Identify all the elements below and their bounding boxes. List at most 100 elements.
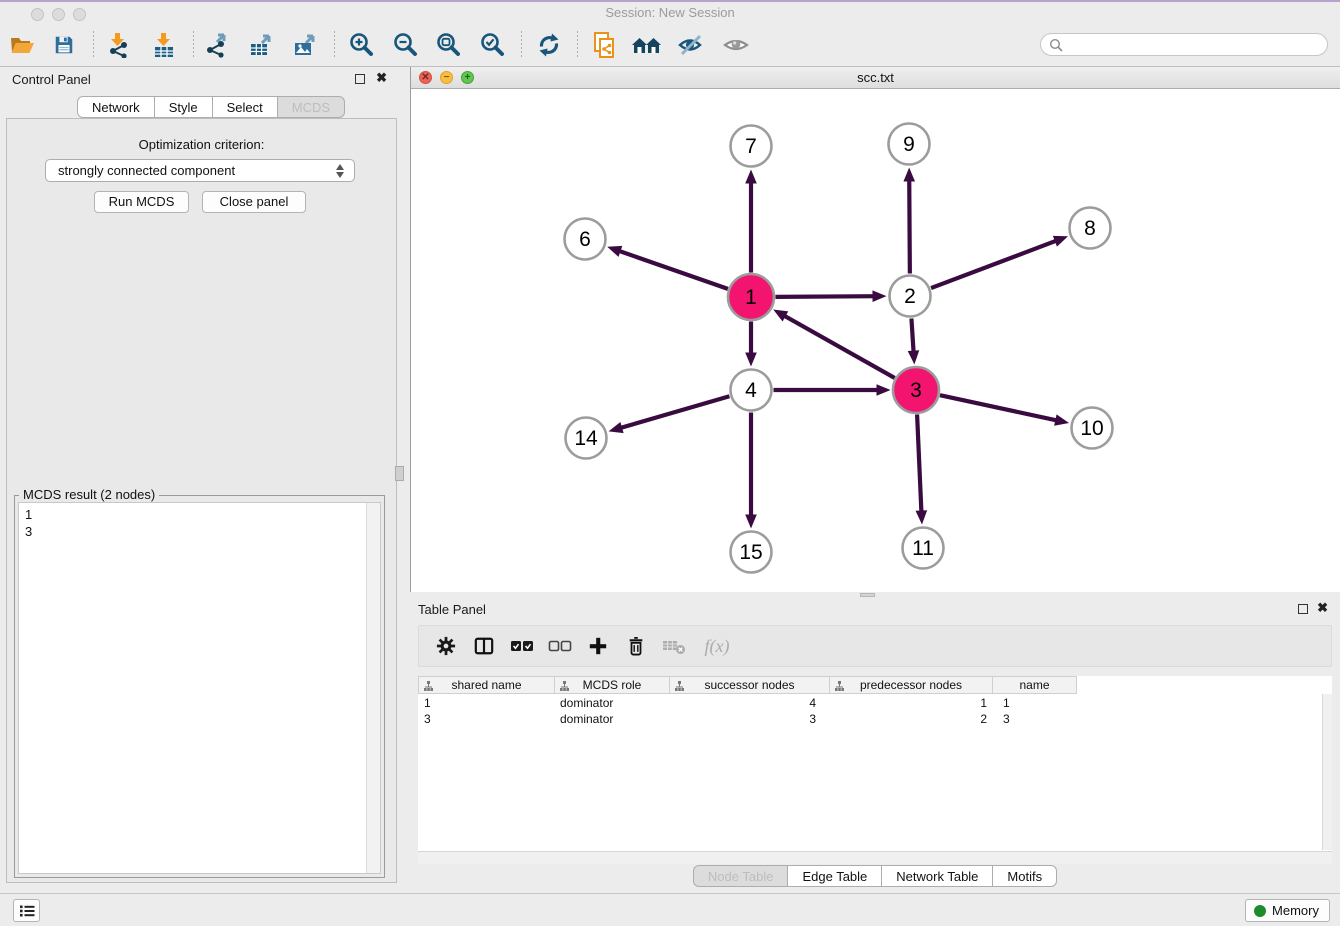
control-panel: Control Panel ✖ NetworkStyleSelectMCDS O… <box>0 67 403 893</box>
settings-gear-icon[interactable] <box>427 636 465 656</box>
edge-2-3[interactable] <box>911 318 913 354</box>
close-panel-icon[interactable]: ✖ <box>376 71 387 85</box>
edge-3-11[interactable] <box>917 414 921 514</box>
column-header-label: predecessor nodes <box>860 678 962 692</box>
toolbar-separator <box>334 31 335 59</box>
export-table-icon[interactable] <box>245 30 277 60</box>
delete-column-icon[interactable] <box>617 636 655 656</box>
edge-arrowhead <box>1054 414 1069 425</box>
tab-mcds[interactable]: MCDS <box>278 96 345 118</box>
float-panel-icon[interactable] <box>355 74 365 84</box>
optimization-criterion-select[interactable]: strongly connected component <box>45 159 355 182</box>
network-window-titlebar[interactable]: ✕ − + scc.txt <box>411 67 1340 89</box>
edge-1-2[interactable] <box>775 296 876 297</box>
toolbar-separator <box>521 31 522 59</box>
tab-network-table[interactable]: Network Table <box>882 865 993 887</box>
toolbar-separator <box>193 31 194 59</box>
table-cell[interactable]: 3 <box>993 711 1077 727</box>
table-cell[interactable]: 1 <box>830 695 993 711</box>
graph-node-label: 3 <box>910 379 922 402</box>
main-toolbar <box>0 22 1340 67</box>
tab-select[interactable]: Select <box>213 96 278 118</box>
edge-2-8[interactable] <box>931 240 1059 288</box>
mcds-result-list[interactable]: 13 <box>18 502 381 874</box>
export-image-icon[interactable] <box>289 30 321 60</box>
tab-network[interactable]: Network <box>77 96 155 118</box>
network-graph[interactable]: 1234678910111415 <box>411 89 1340 592</box>
graph-node-label: 9 <box>903 133 915 156</box>
tab-motifs[interactable]: Motifs <box>993 865 1057 887</box>
column-header-predecessor-nodes[interactable]: predecessor nodes <box>830 676 993 694</box>
network-window-title: scc.txt <box>411 70 1340 85</box>
table-cell[interactable]: 3 <box>670 711 830 727</box>
horizontal-splitter-handle[interactable] <box>860 593 875 597</box>
list-icon <box>19 904 35 918</box>
column-chooser-icon[interactable] <box>465 636 503 656</box>
tab-edge-table[interactable]: Edge Table <box>788 865 882 887</box>
hide-selected-icon[interactable] <box>675 30 707 60</box>
edge-3-1[interactable] <box>782 314 895 378</box>
network-home-icon[interactable] <box>631 30 663 60</box>
table-row[interactable]: 3dominator323 <box>418 711 1077 727</box>
edge-1-6[interactable] <box>617 250 728 289</box>
refresh-icon[interactable] <box>533 30 565 60</box>
table-cell[interactable]: 1 <box>993 695 1077 711</box>
vertical-splitter-handle[interactable] <box>395 466 404 481</box>
column-type-icon <box>675 680 684 696</box>
table-header-row: shared nameMCDS rolesuccessor nodes prede… <box>418 676 1077 694</box>
task-history-button[interactable] <box>13 899 40 922</box>
table-toolbar: f(x) <box>418 625 1332 667</box>
table-horizontal-scrollbar[interactable] <box>418 851 1332 864</box>
zoom-out-icon[interactable] <box>389 30 421 60</box>
edge-4-14[interactable] <box>618 396 729 428</box>
table-cell[interactable]: 4 <box>670 695 830 711</box>
table-panel: Table Panel ✖ <box>410 598 1340 893</box>
import-table-icon[interactable] <box>148 30 180 60</box>
control-panel-title: Control Panel <box>12 72 91 87</box>
table-cell[interactable]: 3 <box>418 711 555 727</box>
save-session-icon[interactable] <box>48 30 80 60</box>
column-header-shared-name[interactable]: shared name <box>418 676 555 694</box>
edge-3-10[interactable] <box>940 395 1059 421</box>
toolbar-separator <box>577 31 578 59</box>
clone-network-icon[interactable] <box>588 30 620 60</box>
mcds-result-item: 3 <box>25 523 374 540</box>
table-cell[interactable]: dominator <box>555 711 670 727</box>
table-row[interactable]: 1dominator411 <box>418 695 1077 711</box>
deselect-all-icon[interactable] <box>541 639 579 653</box>
edge-2-9[interactable] <box>909 177 910 273</box>
float-table-panel-icon[interactable] <box>1298 604 1308 614</box>
network-canvas[interactable]: 1234678910111415 <box>411 89 1340 592</box>
column-header-MCDS-role[interactable]: MCDS role <box>555 676 670 694</box>
table-cell[interactable]: dominator <box>555 695 670 711</box>
open-file-icon[interactable] <box>6 30 38 60</box>
close-panel-button[interactable]: Close panel <box>202 191 306 213</box>
table-vertical-scrollbar[interactable] <box>1322 694 1332 850</box>
zoom-selected-icon[interactable] <box>476 30 508 60</box>
node-table[interactable]: shared nameMCDS rolesuccessor nodes prede… <box>418 676 1332 864</box>
search-field[interactable] <box>1040 33 1328 56</box>
edge-arrowhead <box>903 167 915 181</box>
search-input[interactable] <box>1068 38 1327 52</box>
import-network-icon[interactable] <box>102 30 134 60</box>
edge-arrowhead <box>609 422 624 433</box>
tab-style[interactable]: Style <box>155 96 213 118</box>
run-mcds-button[interactable]: Run MCDS <box>94 191 189 213</box>
table-cell[interactable]: 2 <box>830 711 993 727</box>
column-header-successor-nodes[interactable]: successor nodes <box>670 676 830 694</box>
export-network-icon[interactable] <box>201 30 233 60</box>
select-all-icon[interactable] <box>503 639 541 653</box>
tab-node-table[interactable]: Node Table <box>693 865 789 887</box>
memory-status-icon <box>1254 905 1266 917</box>
column-header-name[interactable]: name <box>993 676 1077 694</box>
table-cell[interactable]: 1 <box>418 695 555 711</box>
memory-button[interactable]: Memory <box>1245 899 1330 922</box>
add-column-icon[interactable] <box>579 636 617 656</box>
show-all-icon[interactable] <box>720 30 752 60</box>
edge-arrowhead <box>1053 236 1068 247</box>
close-table-panel-icon[interactable]: ✖ <box>1317 601 1328 615</box>
mcds-result-item: 1 <box>25 506 374 523</box>
result-scrollbar[interactable] <box>366 503 380 873</box>
zoom-in-icon[interactable] <box>345 30 377 60</box>
zoom-fit-icon[interactable] <box>432 30 464 60</box>
